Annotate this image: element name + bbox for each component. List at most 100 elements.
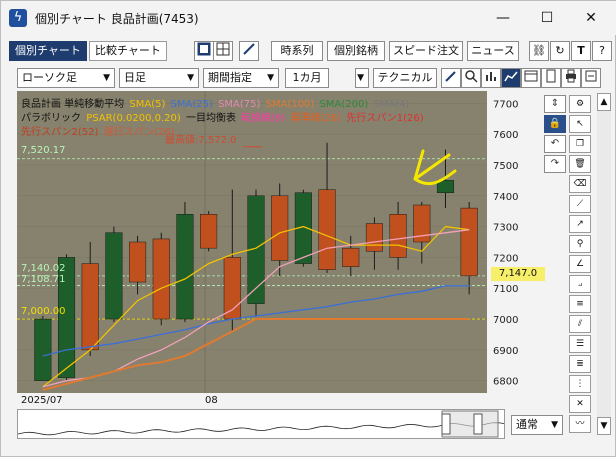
scroll-down-icon[interactable]: ▼ (597, 417, 611, 435)
y-tick-label: 7600 (493, 130, 518, 141)
document-icon[interactable] (541, 68, 561, 88)
y-tick-label: 6800 (493, 377, 518, 388)
candle-body (81, 263, 99, 351)
candle-body (200, 214, 218, 249)
legend-kijun: 基準線(26) (290, 113, 342, 124)
window-title: 個別チャート 良品計画(7453) (35, 12, 199, 26)
period-unit-select[interactable]: 日足 ▼ (119, 68, 199, 88)
y-tick-label: 7400 (493, 192, 518, 203)
lines-icon[interactable]: ≡ (569, 295, 591, 313)
print-icon[interactable] (561, 68, 581, 88)
levels-icon[interactable]: ≣ (569, 355, 591, 373)
chevron-down-icon: ▼ (187, 73, 194, 83)
wave-icon[interactable]: 〰 (569, 415, 591, 433)
channel-icon[interactable]: ⫽ (569, 315, 591, 333)
hline-label-7000: 7,000.00 (21, 306, 66, 317)
range-dropdown[interactable]: ▼ (355, 68, 369, 88)
fan-icon[interactable]: ⟓ (569, 275, 591, 293)
current-price-tag: 7,147.0 (491, 267, 545, 281)
scale-mode-value: 通常 (516, 418, 538, 431)
refresh-icon[interactable]: ↻ (550, 41, 570, 61)
y-tick-label: 7300 (493, 223, 518, 234)
cursor-icon[interactable]: ↖ (569, 115, 591, 133)
grid-lines-icon[interactable]: ⋮ (569, 375, 591, 393)
undo-icon[interactable]: ↶ (544, 135, 566, 153)
lightning-icon: ϟ (9, 9, 27, 27)
close-button[interactable]: ✕ (569, 5, 613, 31)
candle-body (129, 241, 147, 283)
chevron-down-icon: ▼ (551, 420, 558, 430)
redo-icon[interactable]: ↷ (544, 155, 566, 173)
chart-window: ϟ 個別チャート 良品計画(7453) — ☐ ✕ 個別チャート 比較チャート … (0, 0, 616, 457)
angle-icon[interactable]: ∠ (569, 255, 591, 273)
bar-chart-icon[interactable] (481, 68, 501, 88)
single-layout-icon[interactable] (194, 41, 214, 61)
ray-icon[interactable]: ↗ (569, 215, 591, 233)
settings-gear-icon[interactable]: ⚙ (569, 95, 591, 113)
timeseries-button[interactable]: 時系列 (271, 41, 323, 61)
text-tool-icon[interactable]: T (571, 41, 591, 61)
legend-tenkan: 転換線(9) (241, 113, 286, 124)
navigator-handle-0[interactable] (441, 413, 451, 435)
period-mode-select[interactable]: 期間指定 ▼ (203, 68, 279, 88)
period-mode-value: 期間指定 (208, 71, 252, 84)
tab-compare-chart[interactable]: 比較チャート (89, 41, 167, 61)
collapse-icon[interactable]: ⇕ (544, 95, 566, 113)
hline-label-7108: 7,108.71 (21, 274, 66, 285)
link-icon[interactable]: ⛓ (529, 41, 549, 61)
news-button[interactable]: ニュース (467, 41, 519, 61)
pen-icon[interactable] (441, 68, 461, 88)
chevron-down-icon: ▼ (267, 73, 274, 83)
eraser-icon[interactable]: ⌫ (569, 175, 591, 193)
vertical-scrollbar[interactable]: ▲ ▼ (597, 93, 611, 435)
tab-individual-chart[interactable]: 個別チャート (9, 41, 87, 61)
scale-mode-select[interactable]: 通常 ▼ (511, 415, 563, 435)
trash-icon[interactable]: 🗑 (569, 155, 591, 173)
candle-body (105, 232, 123, 320)
grid-layout-icon[interactable] (213, 41, 233, 61)
candle-body (342, 247, 360, 267)
hline-label-7520: 7,520.17 (21, 145, 66, 156)
trendline-icon[interactable]: ⟋ (569, 195, 591, 213)
chevron-down-icon: ▼ (103, 73, 110, 83)
navigator-sparkline[interactable] (17, 410, 505, 438)
chart-toolbar: ローソク足 ▼ 日足 ▼ 期間指定 ▼ 1カ月 ▼ テクニカル (1, 65, 616, 89)
window-icon[interactable] (521, 68, 541, 88)
legend-row-1: 良品計画 単純移動平均 SMA(5) SMA(25) SMA(75) SMA(1… (21, 95, 411, 110)
drawing-tool-palette: ⚙ ↖ ❐ 🗑 ⌫ ⟋ ↗ ⚲ ∠ ⟓ ≡ ⫽ ☰ ≣ ⋮ ✕ 〰 (569, 93, 591, 435)
price-chart[interactable]: 6800 6900 7000 7100 7200 7300 7400 7500 7600 7700… (17, 91, 565, 407)
candle-body (152, 238, 170, 320)
cross-icon[interactable]: ✕ (569, 395, 591, 413)
speed-order-button[interactable]: スピード注文 (389, 41, 463, 61)
legend-senkou2: 先行スパン2(52) (21, 127, 99, 138)
stock-list-button[interactable]: 個別銘柄 (327, 41, 385, 61)
chevron-down-icon: ▼ (357, 73, 364, 83)
node-icon[interactable]: ⚲ (569, 235, 591, 253)
y-tick-label: 7500 (493, 161, 518, 172)
export-icon[interactable] (581, 68, 601, 88)
x-axis-panel (17, 393, 487, 407)
chart-type-select[interactable]: ローソク足 ▼ (17, 68, 115, 88)
candlestick-chart[interactable]: 6800 6900 7000 7100 7200 7300 7400 7500 7600 7700 (17, 91, 565, 407)
help-icon[interactable]: ? (592, 41, 612, 61)
range-navigator[interactable] (17, 409, 505, 439)
zoom-icon[interactable] (461, 68, 481, 88)
legend-chikou: 遅行スパン(26) (103, 127, 175, 138)
navigator-handle-1[interactable] (473, 413, 483, 435)
copy-icon[interactable]: ❐ (569, 135, 591, 153)
candle-body (460, 207, 478, 277)
legend-ichimoku: 一目均衡表 (185, 113, 236, 124)
maximize-button[interactable]: ☐ (525, 5, 569, 31)
range-button[interactable]: 1カ月 (285, 68, 329, 88)
minimize-button[interactable]: — (481, 5, 525, 31)
fibonacci-icon[interactable]: ☰ (569, 335, 591, 353)
drawing-tool-icon[interactable] (239, 41, 259, 61)
scroll-up-icon[interactable]: ▲ (597, 93, 611, 111)
legend-senkou1: 先行スパン1(26) (346, 113, 424, 124)
legend-row-2: パラボリック PSAR(0.0200,0.20) 一目均衡表 転換線(9) 基準… (21, 109, 426, 124)
lock-icon[interactable]: 🔒 (544, 115, 566, 133)
area-chart-icon[interactable] (501, 68, 521, 88)
main-toolbar: 個別チャート 比較チャート 時系列 個別銘柄 スピード注文 ニュース ⛓ ↻ T… (1, 37, 616, 63)
technical-button[interactable]: テクニカル (373, 68, 437, 88)
candle-body (318, 189, 336, 270)
